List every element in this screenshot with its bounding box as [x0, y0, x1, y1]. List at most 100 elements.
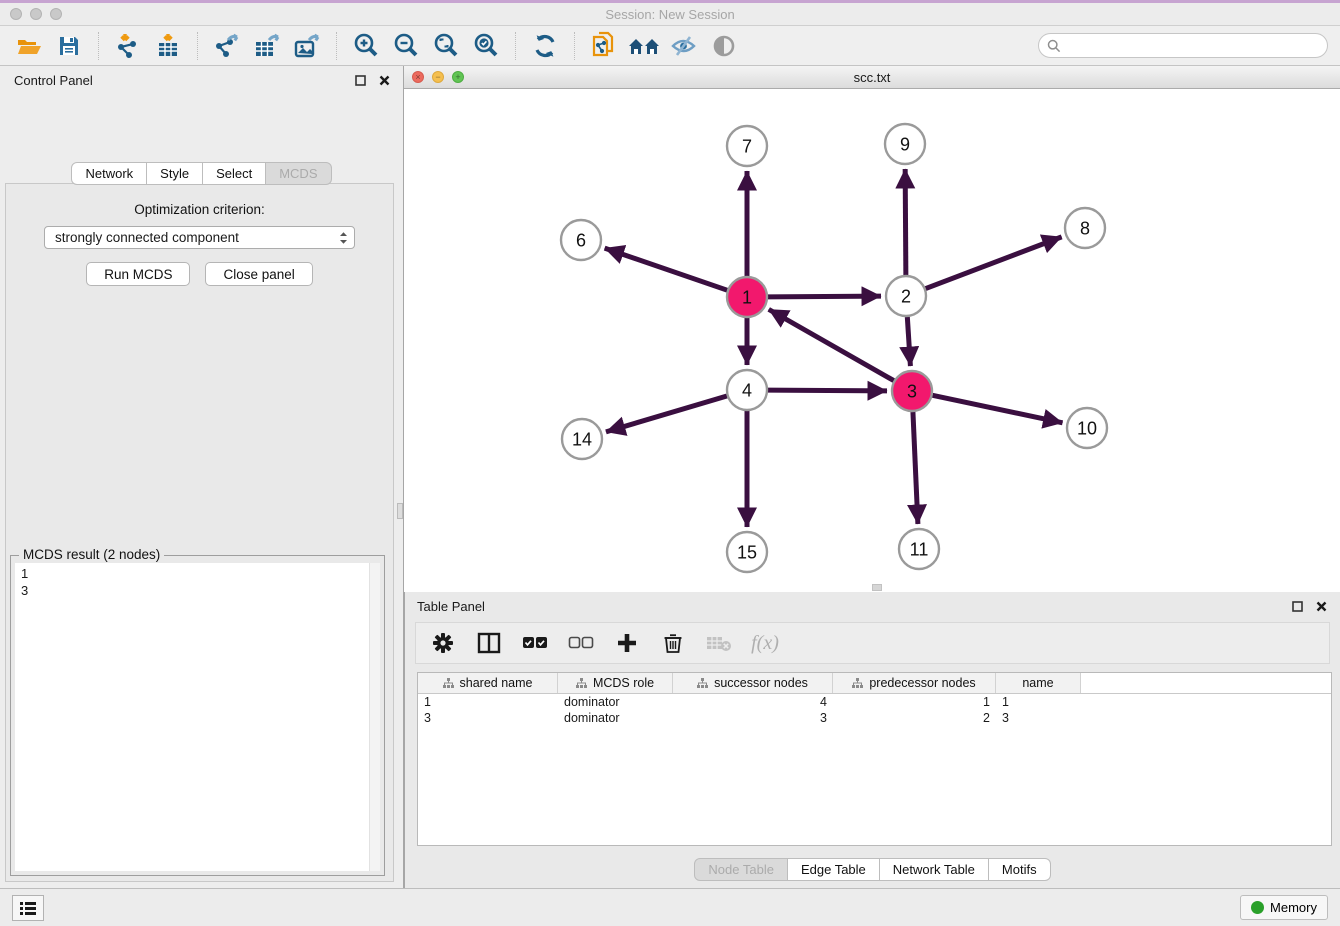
table-cell[interactable]: 2 [833, 711, 996, 725]
column-header-shared-name[interactable]: shared name [418, 673, 558, 693]
table-cell[interactable]: 4 [673, 695, 833, 709]
task-history-button[interactable] [12, 895, 44, 921]
result-scrollbar[interactable] [369, 563, 380, 871]
graph-node-label: 4 [742, 380, 752, 400]
table-cell[interactable]: 3 [418, 711, 558, 725]
refresh-button[interactable] [528, 30, 562, 62]
tab-network-table[interactable]: Network Table [880, 858, 989, 881]
graph-edge-1-6[interactable] [605, 248, 727, 290]
criterion-dropdown[interactable]: strongly connected component [44, 226, 355, 249]
network-graph[interactable]: 7 9 6 8 1 2 4 3 14 10 15 11 [404, 89, 1338, 592]
run-mcds-button[interactable]: Run MCDS [86, 262, 190, 286]
table-cell[interactable]: dominator [558, 695, 673, 709]
memory-status-icon [1251, 901, 1264, 914]
column-header-name[interactable]: name [996, 673, 1081, 693]
export-network-button[interactable] [210, 30, 244, 62]
close-table-panel-icon[interactable] [1314, 599, 1328, 613]
table-cell[interactable]: 1 [833, 695, 996, 709]
column-label: successor nodes [714, 676, 808, 690]
tab-motifs[interactable]: Motifs [989, 858, 1051, 881]
import-network-button[interactable] [111, 30, 145, 62]
network-canvas[interactable]: 7 9 6 8 1 2 4 3 14 10 15 11 [404, 89, 1340, 592]
main-toolbar [0, 26, 1340, 66]
column-header-successor-nodes[interactable]: successor nodes [673, 673, 833, 693]
table-cell[interactable]: 3 [996, 711, 1081, 725]
graph-edge-1-2[interactable] [768, 296, 881, 297]
float-panel-icon[interactable] [353, 73, 367, 87]
table-cell[interactable]: 3 [673, 711, 833, 725]
first-neighbors-button[interactable] [627, 30, 661, 62]
import-network-icon [115, 32, 141, 60]
table-cell[interactable]: 1 [996, 695, 1081, 709]
tab-mcds[interactable]: MCDS [266, 162, 331, 185]
select-all-columns-button[interactable] [522, 630, 548, 656]
graph-node-9[interactable]: 9 [885, 124, 925, 164]
column-header-predecessor-nodes[interactable]: predecessor nodes [833, 673, 996, 693]
search-input[interactable] [1066, 37, 1319, 54]
float-table-panel-icon[interactable] [1290, 599, 1304, 613]
graph-node-15[interactable]: 15 [727, 532, 767, 572]
graph-edge-3-11[interactable] [913, 412, 918, 524]
node-table[interactable]: shared name MCDS role successor nodes prede… [417, 672, 1332, 846]
tab-select[interactable]: Select [203, 162, 266, 185]
graph-edge-4-14[interactable] [606, 396, 727, 432]
delete-row-button[interactable] [660, 630, 686, 656]
graph-node-4[interactable]: 4 [727, 370, 767, 410]
graph-edge-4-3[interactable] [768, 390, 887, 391]
table-row[interactable]: 1dominator411 [418, 694, 1331, 710]
import-table-button[interactable] [151, 30, 185, 62]
graph-node-7[interactable]: 7 [727, 126, 767, 166]
graph-node-3[interactable]: 3 [892, 371, 932, 411]
toolbar-separator [515, 32, 516, 60]
zoom-in-button[interactable] [349, 30, 383, 62]
control-panel-header: Control Panel [0, 66, 403, 94]
graph-node-label: 2 [901, 286, 911, 306]
show-columns-button[interactable] [476, 630, 502, 656]
table-row[interactable]: 3dominator323 [418, 710, 1331, 726]
canvas-scroll-handle[interactable] [872, 584, 882, 591]
close-panel-icon[interactable] [377, 73, 391, 87]
column-header-MCDS-role[interactable]: MCDS role [558, 673, 673, 693]
network-from-file-button[interactable] [587, 30, 621, 62]
graph-node-6[interactable]: 6 [561, 220, 601, 260]
export-image-button[interactable] [290, 30, 324, 62]
split-divider-grip[interactable] [397, 503, 403, 519]
table-cell[interactable]: 1 [418, 695, 558, 709]
hide-selected-button[interactable] [667, 30, 701, 62]
open-session-button[interactable] [12, 30, 46, 62]
graph-node-10[interactable]: 10 [1067, 408, 1107, 448]
graph-node-label: 14 [572, 429, 592, 449]
graph-node-14[interactable]: 14 [562, 419, 602, 459]
zoom-selected-button[interactable] [469, 30, 503, 62]
graph-node-label: 15 [737, 542, 757, 562]
table-panel-title: Table Panel [417, 599, 485, 614]
search-field[interactable] [1038, 33, 1328, 58]
column-label: MCDS role [593, 676, 654, 690]
tab-node-table[interactable]: Node Table [694, 858, 788, 881]
graph-node-1[interactable]: 1 [727, 277, 767, 317]
column-label: predecessor nodes [869, 676, 975, 690]
save-session-button[interactable] [52, 30, 86, 62]
graph-node-8[interactable]: 8 [1065, 208, 1105, 248]
toolbar-separator [98, 32, 99, 60]
close-panel-button[interactable]: Close panel [205, 262, 312, 286]
zoom-out-button[interactable] [389, 30, 423, 62]
tab-edge-table[interactable]: Edge Table [788, 858, 880, 881]
tab-network[interactable]: Network [71, 162, 147, 185]
table-settings-button[interactable] [430, 630, 456, 656]
memory-button[interactable]: Memory [1240, 895, 1328, 920]
zoom-fit-button[interactable] [429, 30, 463, 62]
graph-edge-3-1[interactable] [769, 309, 894, 380]
graph-edge-2-9[interactable] [905, 169, 906, 275]
export-table-button[interactable] [250, 30, 284, 62]
graph-edge-2-3[interactable] [907, 317, 910, 366]
graph-node-2[interactable]: 2 [886, 276, 926, 316]
graph-edge-3-10[interactable] [933, 395, 1063, 422]
show-all-button[interactable] [707, 30, 741, 62]
table-cell[interactable]: dominator [558, 711, 673, 725]
graph-node-11[interactable]: 11 [899, 529, 939, 569]
deselect-all-columns-button[interactable] [568, 630, 594, 656]
tab-style[interactable]: Style [147, 162, 203, 185]
graph-edge-2-8[interactable] [926, 237, 1062, 289]
add-row-button[interactable] [614, 630, 640, 656]
